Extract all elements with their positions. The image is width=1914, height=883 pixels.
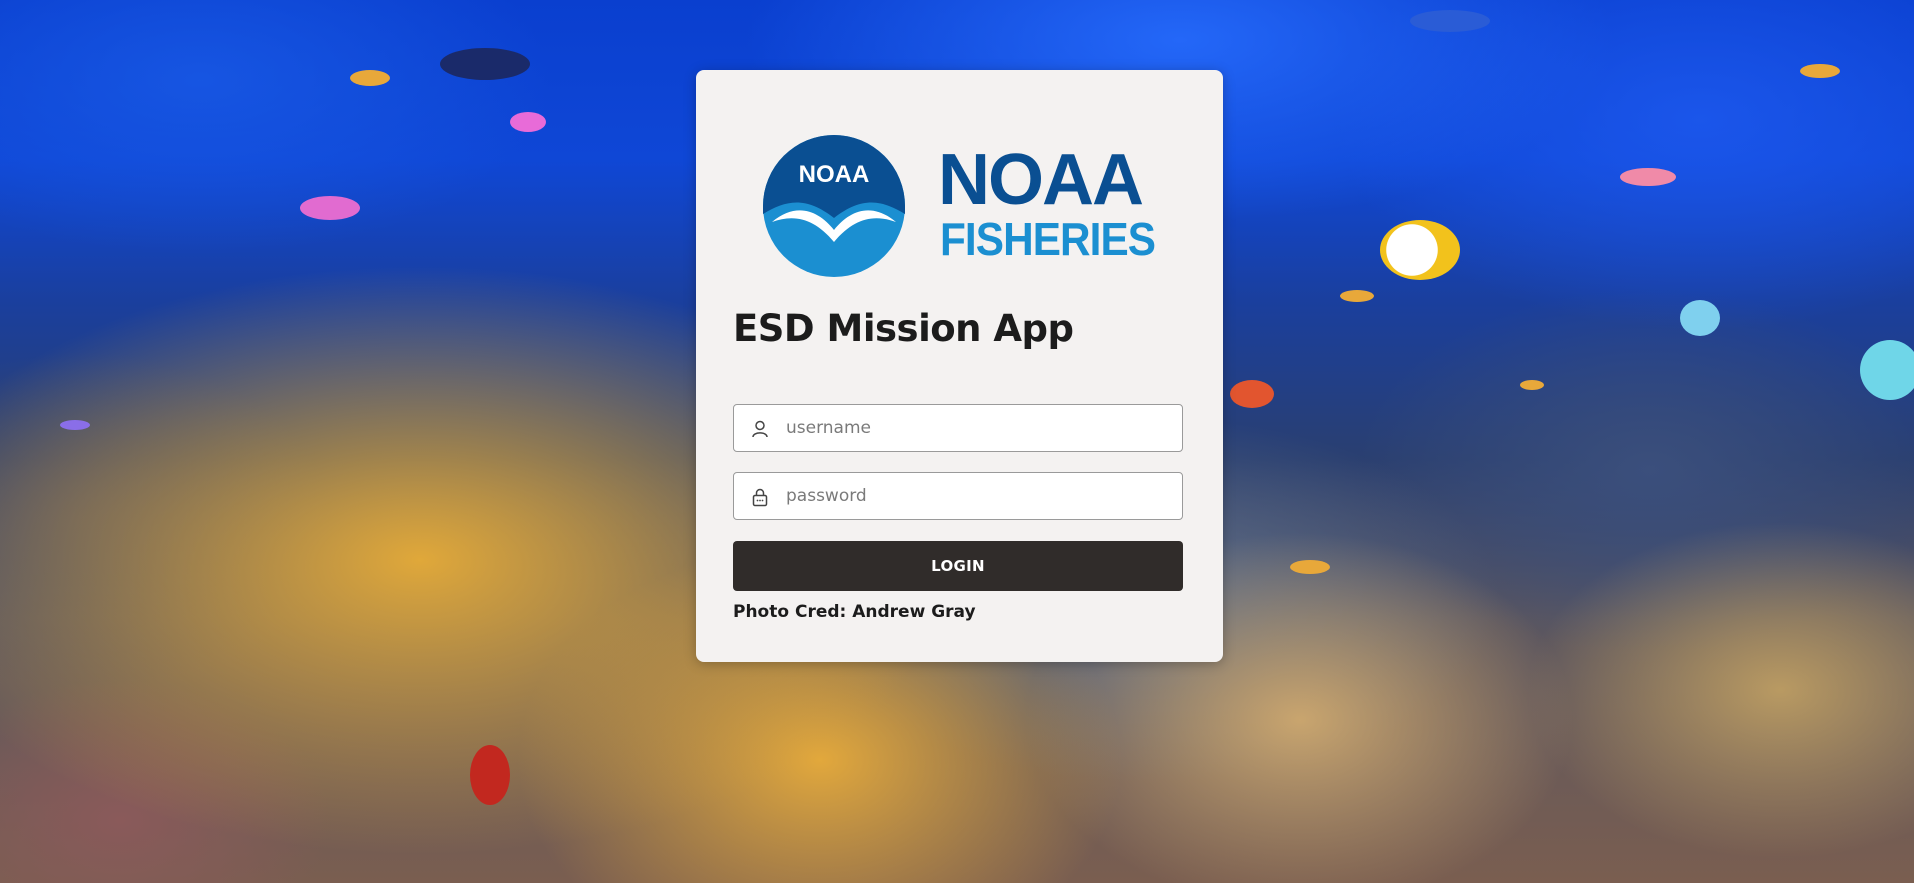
logo-wordmark-fisheries: FISHERIES [940,213,1156,265]
fish-shape [1340,290,1374,302]
fish-shape [1230,380,1274,408]
fish-shape [350,70,390,86]
lock-icon [752,488,768,507]
emblem-text: NOAA [799,161,870,188]
fish-shape [1410,10,1490,32]
password-input[interactable] [786,473,1166,519]
login-button[interactable]: LOGIN [733,541,1183,591]
fish-shape [470,745,510,805]
fish-shape [1380,220,1460,280]
fish-shape [300,196,360,220]
noaa-emblem-icon: NOAA [763,135,905,277]
username-field[interactable] [733,404,1183,452]
fish-shape [1520,380,1544,390]
page-title: ESD Mission App [733,307,1074,350]
fish-shape [440,48,530,80]
fish-shape [1680,300,1720,336]
fish-shape [1290,560,1330,574]
fish-shape [510,112,546,132]
fish-shape [1620,168,1676,186]
fish-shape [1800,64,1840,78]
fish-shape [60,420,90,430]
logo-wordmark-noaa: NOAA [938,140,1144,220]
login-card: NOAA NOAA FISHERIES ESD Mission App LOGI… [696,70,1223,662]
password-field[interactable] [733,472,1183,520]
user-icon [752,420,768,438]
photo-credit: Photo Cred: Andrew Gray [733,602,976,622]
username-input[interactable] [786,405,1166,451]
fish-shape [1860,340,1914,400]
noaa-fisheries-logo: NOAA NOAA FISHERIES [762,134,1162,284]
